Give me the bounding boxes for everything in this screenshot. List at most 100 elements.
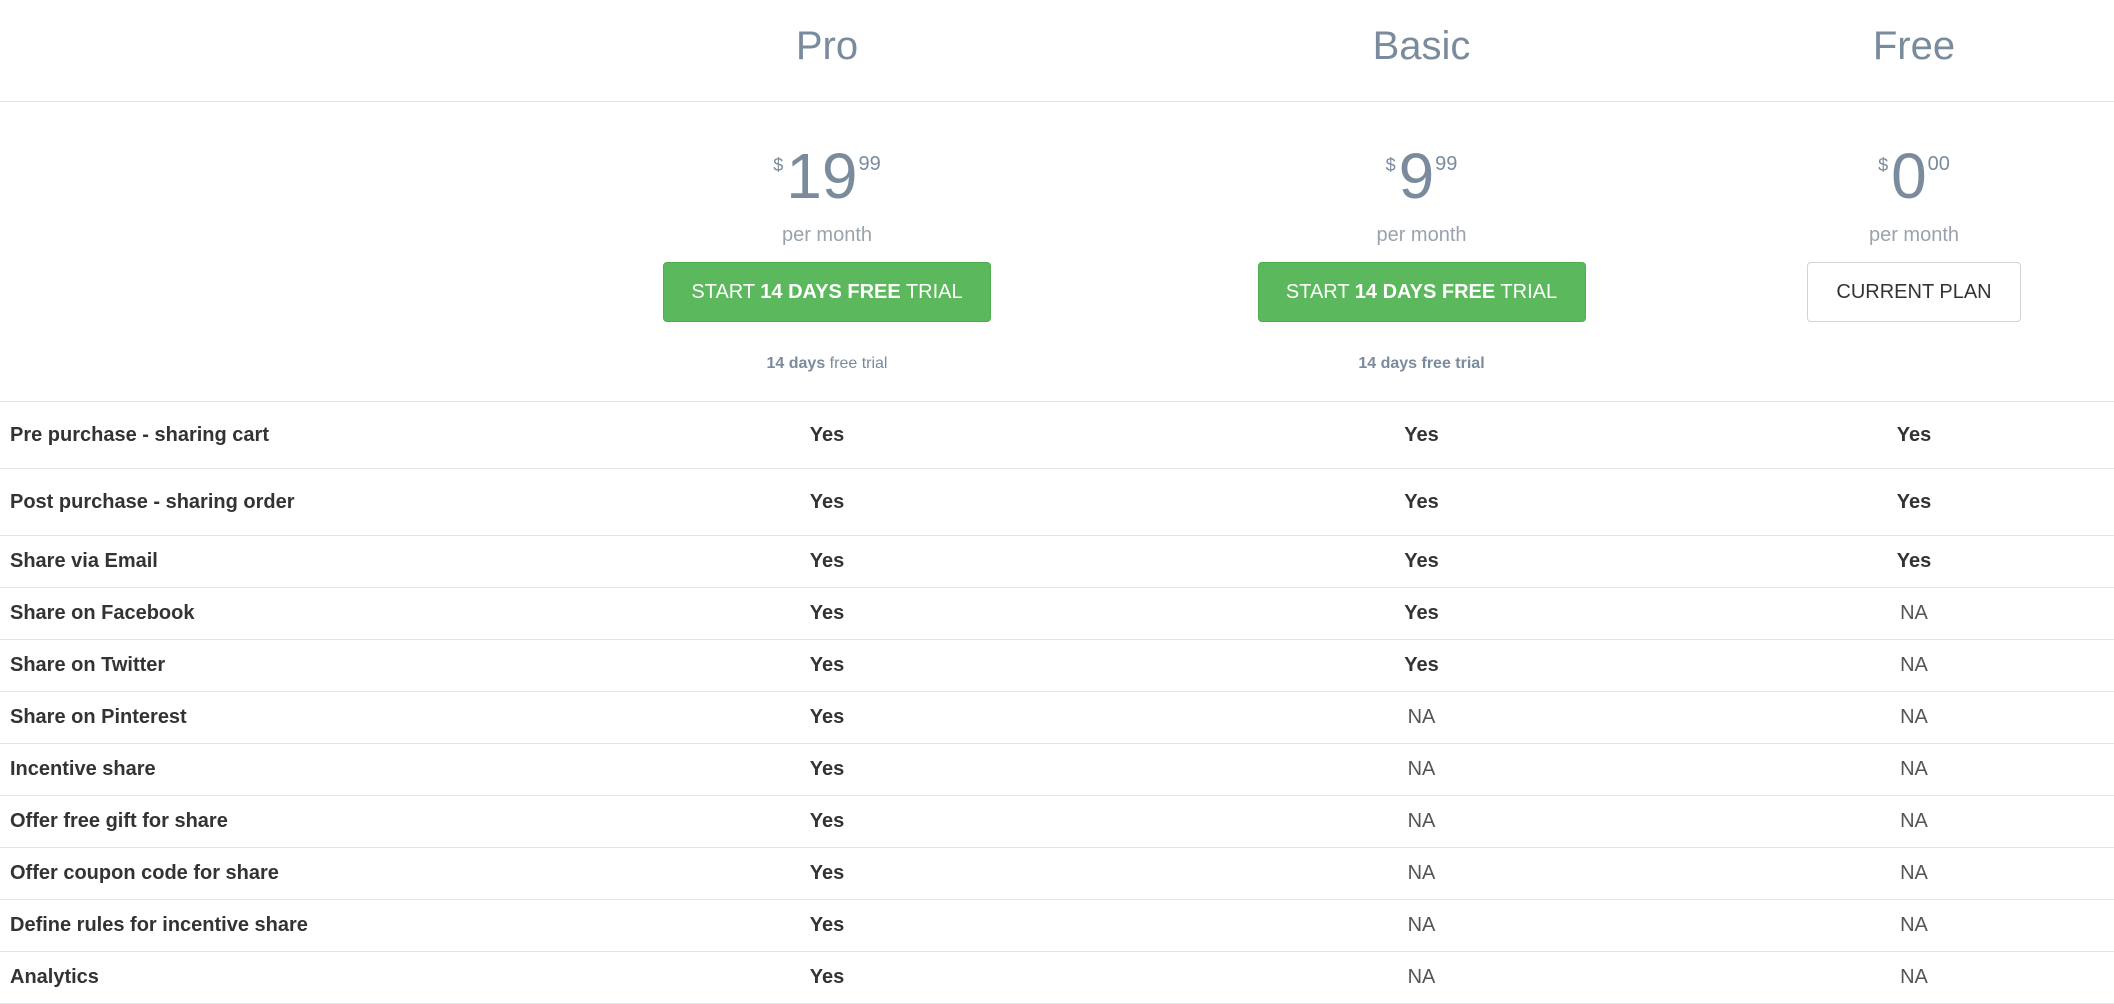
feature-value-basic: Yes — [1129, 640, 1714, 691]
feature-name: Pre purchase - sharing cart — [10, 423, 269, 446]
feature-availability: Yes — [809, 423, 845, 446]
pricing-spacer — [0, 102, 525, 401]
feature-availability: NA — [1407, 758, 1436, 780]
feature-availability: Yes — [809, 706, 845, 728]
trial-note: 14 days free trial — [1358, 355, 1484, 373]
plan-header-free: Free — [1714, 0, 2114, 101]
feature-availability: Yes — [1404, 550, 1439, 572]
feature-value-pro: Yes — [525, 692, 1129, 743]
feature-name-cell: Incentive share — [0, 744, 525, 795]
feature-availability: Yes — [809, 862, 845, 884]
feature-availability: NA — [1407, 862, 1436, 884]
feature-row: Pre purchase - sharing cart Yes Yes Yes — [0, 402, 2114, 469]
feature-name: Incentive share — [10, 758, 156, 780]
feature-value-free: NA — [1714, 744, 2114, 795]
feature-name-cell: Share on Facebook — [0, 588, 525, 639]
price-amount: 0 — [1891, 140, 1927, 212]
plan-name: Free — [1872, 24, 1956, 68]
plan-name: Pro — [795, 24, 859, 68]
feature-row: Share on Pinterest Yes NA NA — [0, 692, 2114, 744]
feature-value-pro: Yes — [525, 744, 1129, 795]
feature-availability: NA — [1900, 914, 1928, 936]
feature-availability: Yes — [1896, 550, 1932, 572]
feature-value-basic: NA — [1129, 796, 1714, 847]
trial-note-rest: free trial — [825, 355, 888, 372]
plan-pricing-row: $19 99 per month START 14 DAYS FREE TRIAL 14… — [0, 102, 2114, 402]
feature-value-basic: Yes — [1129, 469, 1714, 535]
price-currency: $ — [773, 155, 784, 175]
billing-period: per month — [781, 224, 873, 246]
feature-availability: NA — [1900, 758, 1928, 780]
feature-name: Define rules for incentive share — [10, 914, 308, 936]
feature-value-free: NA — [1714, 640, 2114, 691]
feature-availability: NA — [1407, 966, 1436, 988]
price-cents: 99 — [1435, 153, 1458, 175]
feature-value-pro: Yes — [525, 402, 1129, 468]
feature-name: Share on Twitter — [10, 654, 166, 676]
price: $0 00 — [1878, 144, 1950, 208]
feature-availability: Yes — [1404, 490, 1439, 513]
trial-note-bold: 14 days free trial — [1358, 355, 1485, 372]
feature-value-pro: Yes — [525, 900, 1129, 951]
feature-availability: NA — [1900, 862, 1928, 884]
feature-availability: Yes — [1404, 423, 1439, 446]
billing-period: per month — [1868, 224, 1960, 246]
start-trial-button[interactable]: START 14 DAYS FREE TRIAL — [663, 262, 991, 322]
plan-pricing-basic: $9 99 per month START 14 DAYS FREE TRIAL 14 … — [1129, 102, 1714, 401]
plan-pricing-pro: $19 99 per month START 14 DAYS FREE TRIAL 14… — [525, 102, 1129, 401]
feature-value-basic: Yes — [1129, 402, 1714, 468]
price-amount: 19 — [786, 140, 858, 212]
feature-availability: Yes — [809, 914, 845, 936]
feature-availability: NA — [1407, 706, 1436, 728]
feature-row: Share on Facebook Yes Yes NA — [0, 588, 2114, 640]
feature-value-basic: NA — [1129, 900, 1714, 951]
feature-name: Offer coupon code for share — [10, 862, 279, 884]
feature-row: Offer free gift for share Yes NA NA — [0, 796, 2114, 848]
feature-name: Share via Email — [10, 550, 158, 572]
pricing-table: Pro Basic Free $19 99 per month START 14 DAYS… — [0, 0, 2114, 1004]
feature-value-pro: Yes — [525, 588, 1129, 639]
feature-row: Share via Email Yes Yes Yes — [0, 536, 2114, 588]
price: $19 99 — [773, 144, 880, 208]
feature-name-cell: Offer coupon code for share — [0, 848, 525, 899]
trial-note: 14 days free trial — [767, 355, 888, 373]
feature-name: Analytics — [10, 966, 99, 988]
plan-header-basic: Basic — [1129, 0, 1714, 101]
feature-row: Incentive share Yes NA NA — [0, 744, 2114, 796]
cta-text-pre: START — [1285, 280, 1355, 303]
feature-row: Define rules for incentive share Yes NA NA — [0, 900, 2114, 952]
feature-name-cell: Analytics — [0, 952, 525, 1003]
feature-availability: Yes — [809, 966, 845, 988]
feature-row: Analytics Yes NA NA — [0, 952, 2114, 1004]
feature-availability: Yes — [1896, 490, 1932, 513]
plan-header-row: Pro Basic Free — [0, 0, 2114, 102]
feature-value-free: NA — [1714, 900, 2114, 951]
feature-availability: NA — [1900, 706, 1928, 728]
feature-name: Share on Pinterest — [10, 706, 187, 728]
current-plan-button[interactable]: CURRENT PLAN — [1807, 262, 2021, 322]
start-trial-button[interactable]: START 14 DAYS FREE TRIAL — [1257, 262, 1586, 322]
feature-name-cell: Offer free gift for share — [0, 796, 525, 847]
feature-value-basic: NA — [1129, 692, 1714, 743]
price: $9 99 — [1386, 144, 1458, 208]
feature-value-pro: Yes — [525, 536, 1129, 587]
price-currency: $ — [1385, 155, 1396, 175]
feature-availability: NA — [1900, 966, 1928, 988]
price-currency: $ — [1878, 155, 1889, 175]
feature-name-cell: Share on Twitter — [0, 640, 525, 691]
price-cents: 99 — [858, 153, 881, 175]
feature-availability: NA — [1900, 810, 1928, 832]
feature-name-cell: Share via Email — [0, 536, 525, 587]
header-spacer — [0, 0, 525, 101]
feature-name-cell: Pre purchase - sharing cart — [0, 402, 525, 468]
feature-value-free: NA — [1714, 692, 2114, 743]
feature-value-basic: NA — [1129, 848, 1714, 899]
feature-availability: Yes — [809, 602, 845, 624]
cta-text-post: TRIAL — [900, 280, 963, 303]
feature-availability: Yes — [809, 758, 845, 780]
feature-row: Post purchase - sharing order Yes Yes Yes — [0, 469, 2114, 536]
feature-availability: Yes — [809, 490, 845, 513]
feature-value-pro: Yes — [525, 796, 1129, 847]
cta-text-bold: 14 DAYS FREE — [1354, 280, 1496, 303]
feature-name-cell: Post purchase - sharing order — [0, 469, 525, 535]
